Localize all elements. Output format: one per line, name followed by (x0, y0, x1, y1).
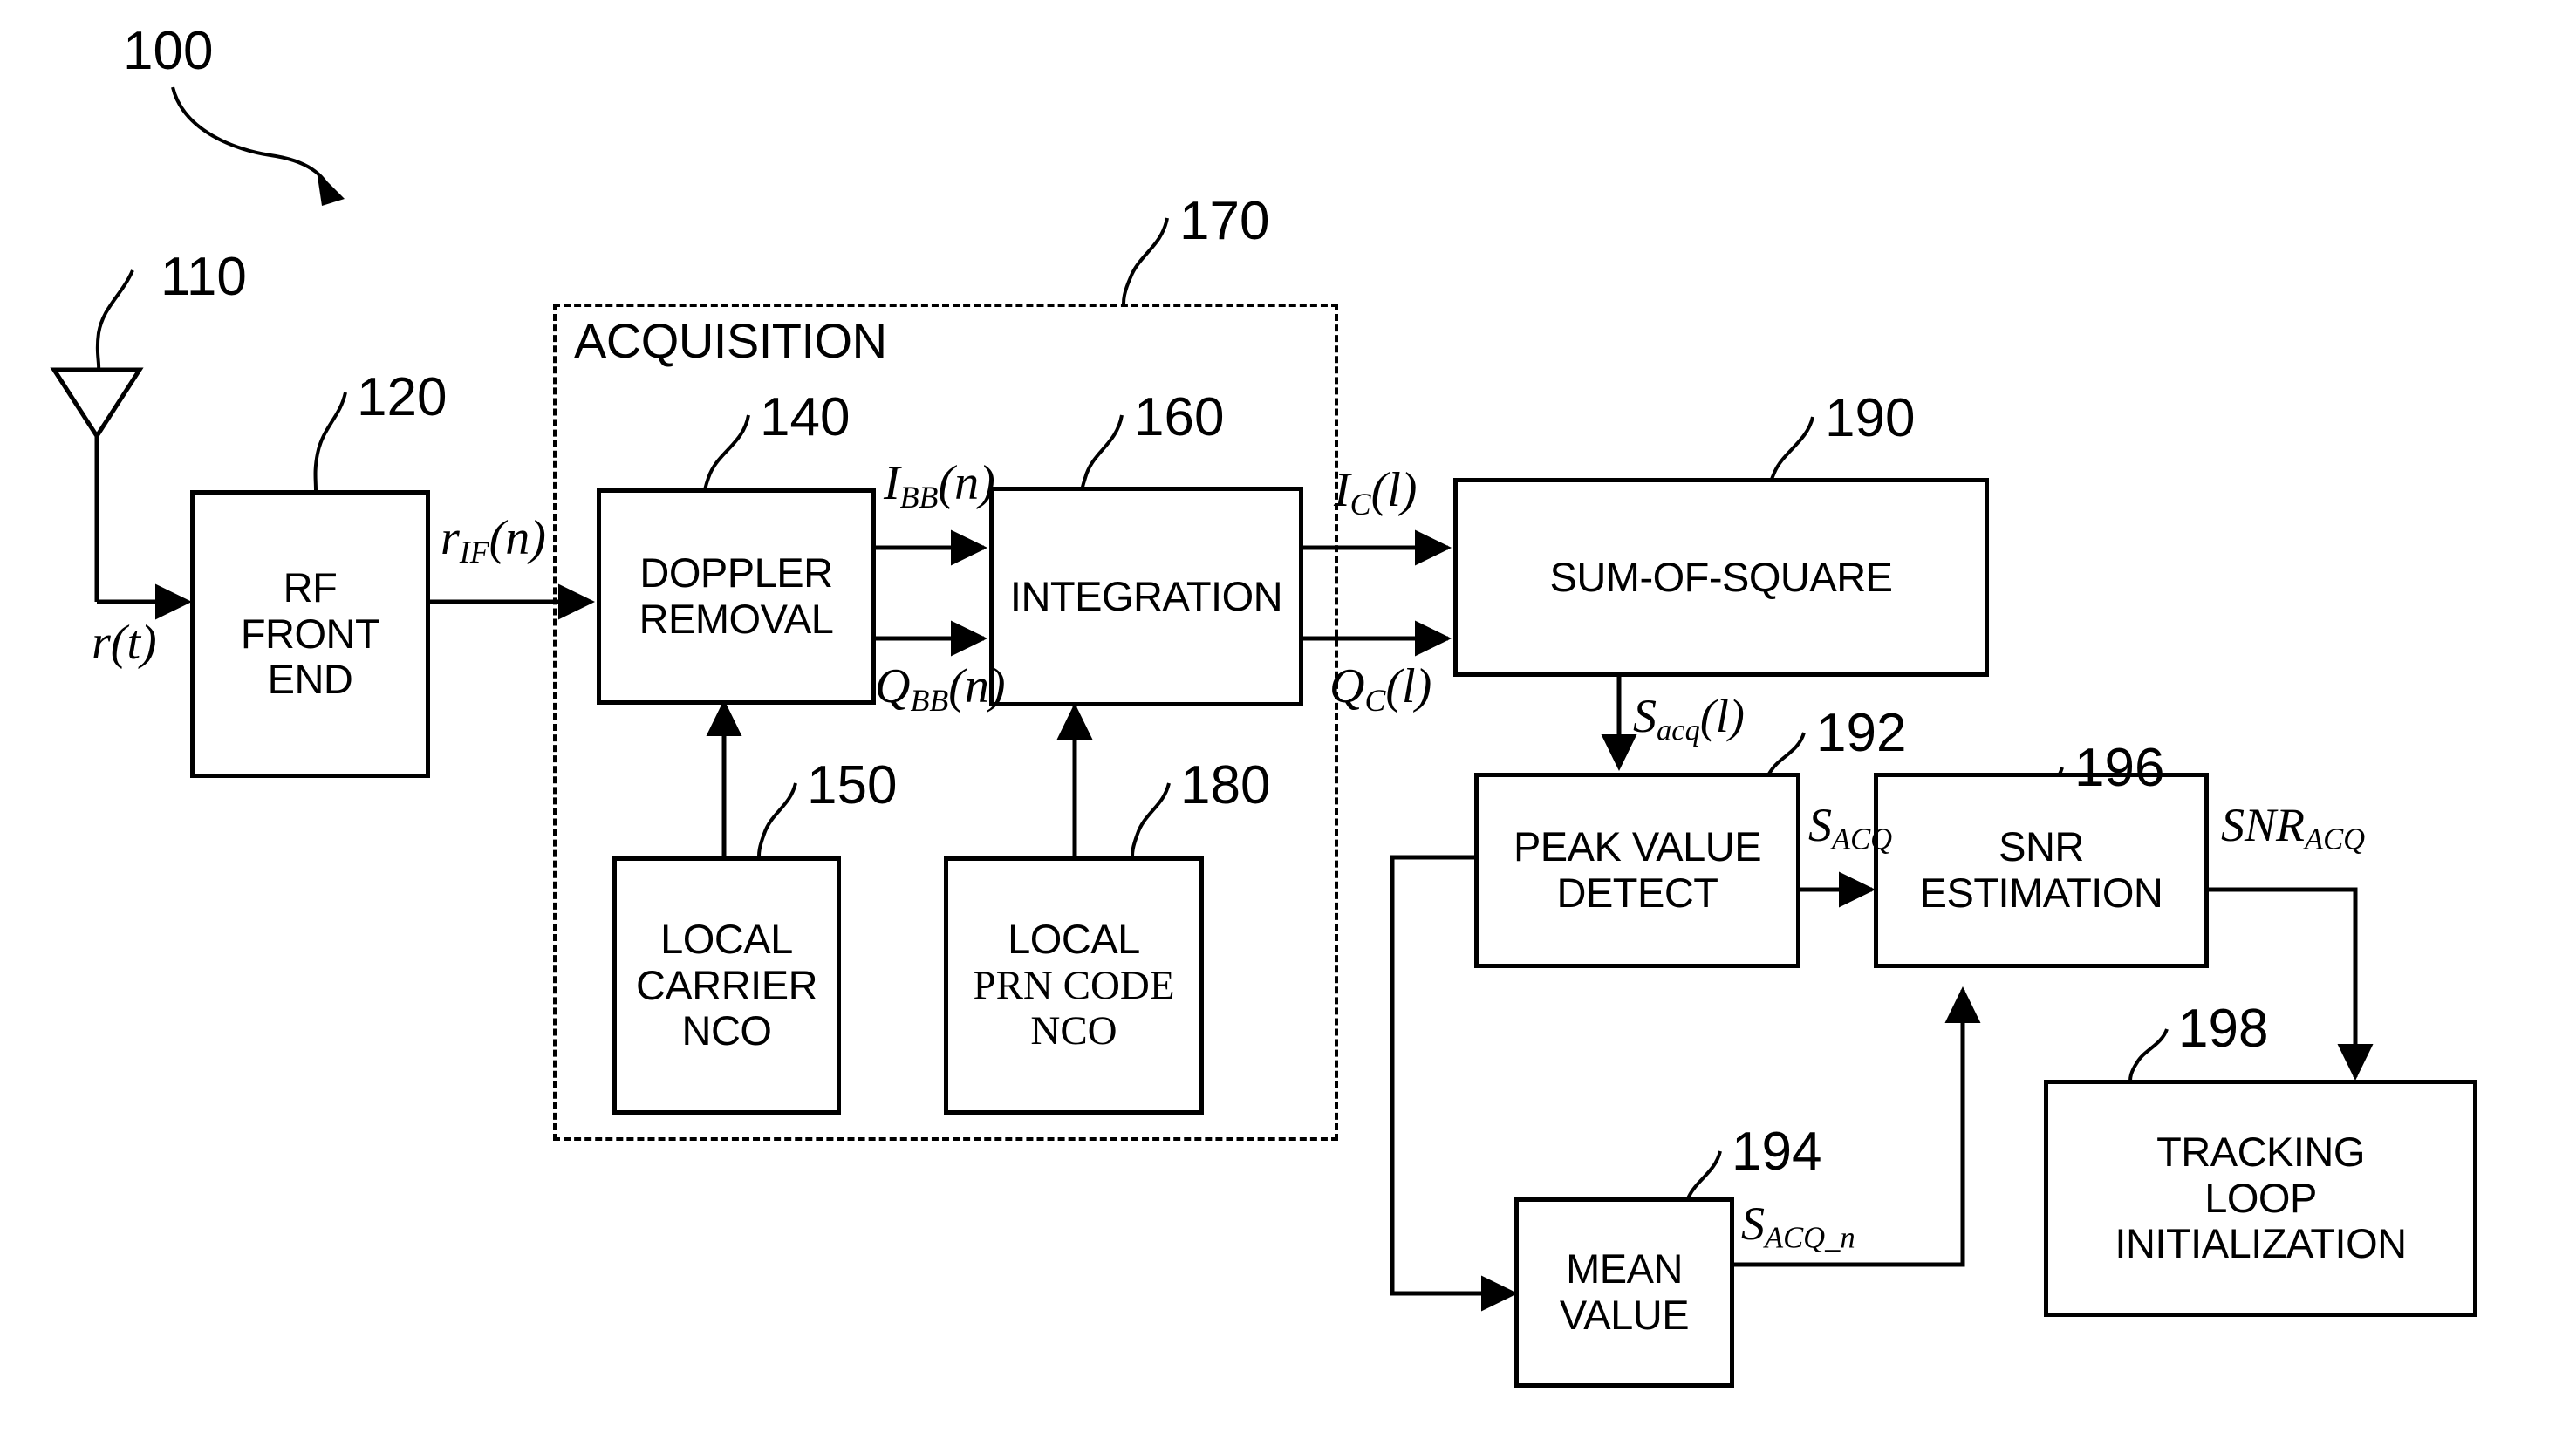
signal-q-c-sub: C (1364, 683, 1386, 719)
reference-numeral-180: 180 (1180, 755, 1271, 815)
snr-estimation-line-1: SNR (1999, 823, 2084, 870)
signal-s-acq-base: S (1633, 690, 1657, 742)
local-carrier-nco-line-3: NCO (681, 1007, 772, 1054)
reference-numeral-192: 192 (1816, 703, 1907, 763)
tracking-loop-line-3: INITIALIZATION (2115, 1220, 2407, 1267)
mean-value-block[interactable]: MEAN VALUE (1514, 1197, 1734, 1388)
signal-i-c-tail: (l) (1370, 463, 1418, 517)
peak-value-detect-line-1: PEAK VALUE (1513, 823, 1762, 870)
signal-label-r-t: r(t) (92, 615, 157, 671)
signal-r-t-base: r (92, 616, 111, 670)
signal-q-bb-sub: BB (910, 683, 949, 719)
reference-numeral-194: 194 (1732, 1122, 1822, 1182)
reference-numeral-110: 110 (161, 247, 247, 307)
rf-front-end-line-1: RF (283, 564, 338, 611)
signal-label-i-c-l: IC(l) (1334, 462, 1417, 522)
local-prn-code-nco-line-1: LOCAL (1008, 916, 1140, 963)
signal-r-if-tail: (n) (489, 511, 546, 565)
signal-snr-acq-base: SNR (2221, 799, 2306, 851)
local-prn-code-nco-line-3: NCO (1030, 1008, 1117, 1054)
signal-s-acq-cap-sub: ACQ (1832, 822, 1893, 856)
leader-198 (2128, 1028, 2169, 1082)
reference-numeral-160: 160 (1134, 387, 1225, 447)
signal-label-r-if-n: rIF(n) (441, 510, 546, 570)
reference-numeral-190: 190 (1825, 388, 1916, 448)
signal-snr-acq-sub: ACQ (2305, 822, 2366, 856)
local-carrier-nco-line-1: LOCAL (660, 916, 793, 963)
sum-of-square-line-1: SUM-OF-SQUARE (1549, 553, 1894, 600)
peak-value-detect-block[interactable]: PEAK VALUE DETECT (1474, 773, 1800, 968)
local-prn-code-nco-line-2: PRN CODE (973, 962, 1175, 1008)
local-carrier-nco-block[interactable]: LOCAL CARRIER NCO (612, 856, 841, 1115)
local-prn-code-nco-block[interactable]: LOCAL PRN CODE NCO (944, 856, 1204, 1115)
signal-q-c-tail: (l) (1385, 659, 1432, 713)
signal-label-q-bb-n: QBB(n) (875, 658, 1006, 719)
rf-front-end-line-3: END (267, 656, 353, 703)
leader-100-arrowhead (317, 171, 345, 206)
snr-estimation-block[interactable]: SNR ESTIMATION (1874, 773, 2209, 968)
signal-label-i-bb-n: IBB(n) (884, 455, 995, 515)
signal-i-c-base: I (1334, 463, 1350, 517)
reference-numeral-120: 120 (357, 367, 448, 427)
reference-numeral-198: 198 (2178, 999, 2269, 1059)
antenna-triangle (50, 367, 144, 440)
rf-front-end-block[interactable]: RF FRONT END (190, 490, 430, 778)
signal-s-acq-sub: acq (1657, 713, 1700, 747)
local-carrier-nco-line-2: CARRIER (635, 961, 818, 1008)
signal-q-bb-tail: (n) (948, 659, 1006, 713)
tracking-loop-initialization-block[interactable]: TRACKING LOOP INITIALIZATION (2044, 1080, 2477, 1317)
leader-120 (313, 392, 347, 491)
integration-line-1: INTEGRATION (1009, 572, 1283, 619)
snr-estimation-line-2: ESTIMATION (1919, 870, 2163, 916)
signal-r-if-sub: IF (459, 535, 489, 570)
reference-numeral-100: 100 (123, 21, 214, 81)
integration-block[interactable]: INTEGRATION (989, 487, 1303, 706)
signal-label-s-acq-l: Sacq(l) (1633, 689, 1745, 748)
doppler-removal-line-1: DOPPLER (639, 549, 833, 597)
signal-i-bb-sub: BB (899, 480, 939, 515)
signal-r-t-tail: (t) (110, 616, 157, 670)
leader-170 (1122, 217, 1169, 304)
peak-value-detect-line-2: DETECT (1556, 870, 1719, 916)
doppler-removal-block[interactable]: DOPPLER REMOVAL (597, 488, 876, 705)
tracking-loop-line-1: TRACKING (2156, 1129, 2365, 1176)
signal-q-c-base: Q (1329, 659, 1365, 713)
signal-s-acq-cap-base: S (1808, 799, 1832, 851)
mean-value-line-1: MEAN (1566, 1245, 1683, 1293)
signal-label-q-c-l: QC(l) (1329, 658, 1431, 719)
signal-s-acq-tail: (l) (1699, 690, 1745, 742)
signal-label-s-acq-n: SACQ_n (1741, 1197, 1855, 1256)
leader-100 (171, 86, 333, 194)
signal-r-if-base: r (441, 511, 460, 565)
signal-q-bb-base: Q (875, 659, 911, 713)
doppler-removal-line-2: REMOVAL (639, 596, 834, 642)
signal-label-s-acq-cap: SACQ (1808, 798, 1892, 857)
signal-label-snr-acq: SNRACQ (2221, 798, 2365, 857)
signal-i-bb-base: I (884, 456, 900, 510)
tracking-loop-line-2: LOOP (2204, 1174, 2317, 1221)
figure-canvas: ACQUISITION RF FRONT END DOPPLER REMOVAL… (0, 0, 2576, 1453)
reference-numeral-150: 150 (807, 755, 898, 815)
reference-numeral-196: 196 (2074, 738, 2165, 798)
mean-value-line-2: VALUE (1559, 1292, 1690, 1338)
reference-numeral-170: 170 (1179, 191, 1270, 251)
signal-s-acq-n-sub: ACQ_n (1765, 1221, 1855, 1255)
signal-i-bb-tail: (n) (938, 456, 995, 510)
sum-of-square-block[interactable]: SUM-OF-SQUARE (1453, 478, 1989, 677)
acquisition-group-label: ACQUISITION (574, 313, 887, 368)
leader-110 (95, 269, 134, 371)
reference-numeral-140: 140 (760, 387, 851, 447)
signal-i-c-sub: C (1349, 487, 1371, 522)
rf-front-end-line-2: FRONT (240, 610, 380, 657)
signal-s-acq-n-base: S (1741, 1197, 1765, 1250)
